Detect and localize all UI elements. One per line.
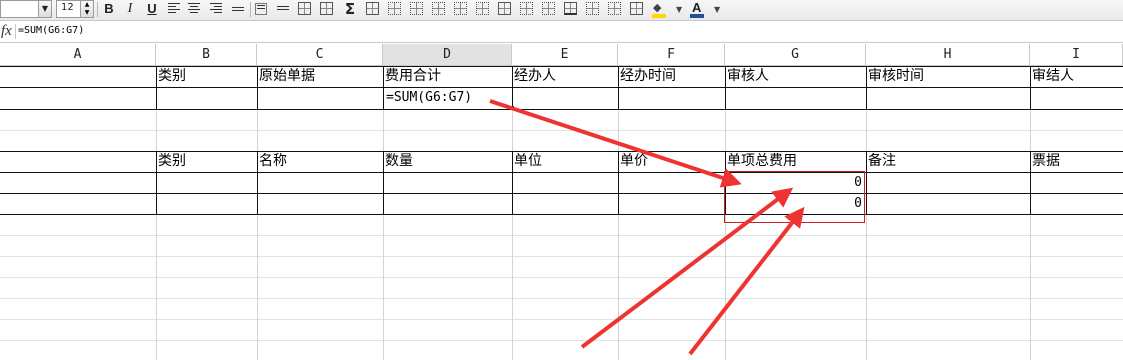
arrow-to-g7 (688, 206, 805, 356)
annotation-arrows (489, 99, 805, 356)
arrow-to-total-cell (489, 99, 742, 188)
